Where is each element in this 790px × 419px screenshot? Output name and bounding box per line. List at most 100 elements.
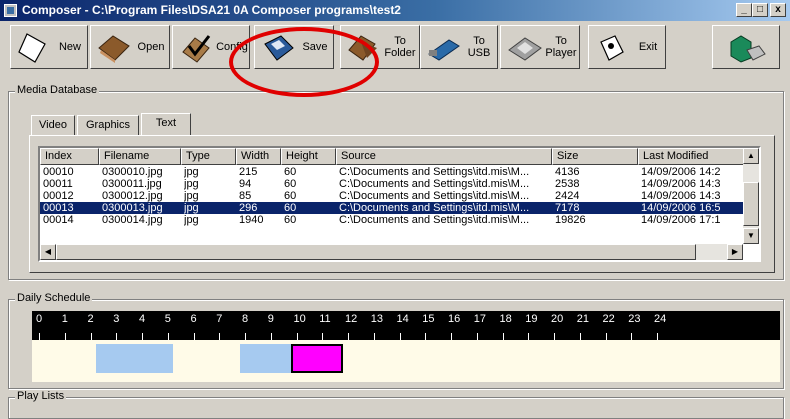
hour-label: 13 bbox=[370, 313, 383, 325]
vertical-scrollbar[interactable]: ▲ ▼ bbox=[743, 148, 759, 244]
table-cell: jpg bbox=[184, 214, 199, 226]
hour-label: 20 bbox=[551, 313, 564, 325]
config-label: Config bbox=[216, 41, 248, 53]
table-row[interactable]: 00011 0300011.jpg jpg 94 60 C:\Documents and … bbox=[40, 178, 750, 190]
exit-door-icon bbox=[600, 35, 624, 61]
close-button[interactable]: x bbox=[770, 3, 786, 17]
new-label: New bbox=[58, 41, 81, 53]
open-book-icon bbox=[98, 35, 130, 63]
column-header-source[interactable]: Source bbox=[336, 148, 552, 165]
config-button[interactable]: Config bbox=[172, 25, 250, 69]
table-cell: 0300010.jpg bbox=[102, 166, 163, 178]
hour-tick bbox=[502, 333, 504, 340]
hour-tick bbox=[322, 333, 324, 340]
scroll-up-button[interactable]: ▲ bbox=[743, 148, 759, 164]
table-row[interactable]: 00013 0300013.jpg jpg 296 60 C:\Documents and… bbox=[40, 202, 750, 214]
play-lists-group: Play Lists bbox=[8, 390, 784, 419]
hour-label: 14 bbox=[396, 313, 409, 325]
table-row[interactable]: 00010 0300010.jpg jpg 215 60 C:\Documents and… bbox=[40, 166, 750, 178]
hour-tick bbox=[39, 333, 40, 340]
open-label: Open bbox=[137, 41, 165, 53]
table-cell: 14/09/2006 16:5 bbox=[641, 202, 721, 214]
to-usb-button[interactable]: To USB bbox=[420, 25, 498, 69]
column-header-type[interactable]: Type bbox=[181, 148, 236, 165]
schedule-block[interactable] bbox=[239, 344, 292, 373]
hour-label: 15 bbox=[422, 313, 435, 325]
hour-tick bbox=[579, 333, 581, 340]
table-cell: jpg bbox=[184, 166, 199, 178]
column-header-index[interactable]: Index bbox=[40, 148, 99, 165]
scroll-right-button[interactable]: ▶ bbox=[727, 244, 743, 260]
save-button[interactable]: Save bbox=[254, 25, 334, 69]
hour-tick bbox=[373, 333, 375, 340]
hour-tick bbox=[451, 333, 452, 340]
exit-button[interactable]: Exit bbox=[588, 25, 666, 69]
text-tab-panel: Index Filename Type Width Height Source … bbox=[29, 135, 775, 273]
hour-label: 24 bbox=[654, 313, 667, 325]
hour-tick bbox=[476, 333, 478, 340]
table-cell: 00010 bbox=[43, 166, 74, 178]
column-header-height[interactable]: Height bbox=[281, 148, 336, 165]
hour-tick bbox=[116, 333, 118, 340]
hour-tick bbox=[142, 333, 143, 340]
scroll-down-button[interactable]: ▼ bbox=[743, 228, 759, 244]
table-cell: 1940 bbox=[239, 214, 264, 226]
window-title: Composer - C:\Program Files\DSA21 0A Com… bbox=[22, 3, 401, 17]
table-cell: 0300012.jpg bbox=[102, 190, 163, 202]
horizontal-scrollbar[interactable]: ◀ ▶ bbox=[40, 244, 743, 260]
hour-label: 8 bbox=[242, 313, 249, 325]
open-button[interactable]: Open bbox=[90, 25, 170, 69]
tab-video[interactable]: Video bbox=[31, 115, 75, 135]
to-player-label: To Player bbox=[545, 35, 577, 59]
column-header-width[interactable]: Width bbox=[236, 148, 281, 165]
to-usb-label: To USB bbox=[467, 35, 491, 59]
table-cell: 60 bbox=[284, 214, 297, 226]
table-row[interactable]: 00014 0300014.jpg jpg 1940 60 C:\Documents an… bbox=[40, 214, 750, 226]
hour-tick bbox=[657, 333, 658, 340]
table-cell: 296 bbox=[239, 202, 258, 214]
floppy-disk-icon bbox=[264, 35, 294, 61]
schedule-track[interactable] bbox=[32, 340, 780, 382]
vertical-scroll-thumb[interactable] bbox=[743, 182, 759, 226]
play-lists-title: Play Lists bbox=[15, 390, 67, 402]
daily-schedule-title: Daily Schedule bbox=[15, 292, 93, 304]
to-folder-label: To Folder bbox=[384, 35, 416, 59]
hour-label: 7 bbox=[216, 313, 223, 325]
table-cell: 00014 bbox=[43, 214, 74, 226]
to-player-button[interactable]: To Player bbox=[500, 25, 580, 69]
hour-tick bbox=[348, 333, 349, 340]
tab-text[interactable]: Text bbox=[141, 113, 191, 136]
device-status-button[interactable] bbox=[712, 25, 780, 69]
minimize-button[interactable]: _ bbox=[736, 3, 752, 17]
schedule-block[interactable] bbox=[95, 344, 173, 373]
media-database-title: Media Database bbox=[15, 84, 100, 96]
save-label: Save bbox=[302, 41, 328, 53]
horizontal-scroll-thumb[interactable] bbox=[56, 244, 696, 260]
media-list[interactable]: Index Filename Type Width Height Source … bbox=[38, 146, 761, 262]
hour-label: 12 bbox=[345, 313, 358, 325]
hour-label: 9 bbox=[267, 313, 274, 325]
maximize-button[interactable]: □ bbox=[752, 3, 768, 17]
to-folder-button[interactable]: To Folder bbox=[340, 25, 420, 69]
hour-tick bbox=[90, 333, 92, 340]
table-cell: C:\Documents and Settings\itd.mis\M... bbox=[339, 166, 530, 178]
schedule-timeline-ruler: 0 1 2 3 4 5 6 7 8 9 10 11 12 13 14 15 16 17 18 19 20 21 22 23 24 bbox=[32, 311, 780, 340]
table-cell: C:\Documents and Settings\itd.mis\M... bbox=[339, 190, 530, 202]
hour-label: 23 bbox=[628, 313, 641, 325]
hour-label: 17 bbox=[473, 313, 486, 325]
column-header-size[interactable]: Size bbox=[552, 148, 638, 165]
scroll-left-button[interactable]: ◀ bbox=[40, 244, 56, 260]
hour-label: 3 bbox=[113, 313, 120, 325]
column-header-last-modified[interactable]: Last Modified bbox=[638, 148, 746, 165]
hour-tick bbox=[296, 333, 298, 340]
hour-tick bbox=[270, 333, 272, 340]
table-cell: 0300011.jpg bbox=[102, 178, 162, 190]
table-cell: 00013 bbox=[43, 202, 74, 214]
column-header-filename[interactable]: Filename bbox=[99, 148, 181, 165]
table-row[interactable]: 00012 0300012.jpg jpg 85 60 C:\Documents and … bbox=[40, 190, 750, 202]
new-button[interactable]: New bbox=[10, 25, 88, 69]
tab-graphics[interactable]: Graphics bbox=[77, 115, 139, 135]
hour-label: 5 bbox=[164, 313, 171, 325]
folder-export-icon bbox=[348, 35, 377, 61]
schedule-block[interactable] bbox=[291, 344, 343, 373]
